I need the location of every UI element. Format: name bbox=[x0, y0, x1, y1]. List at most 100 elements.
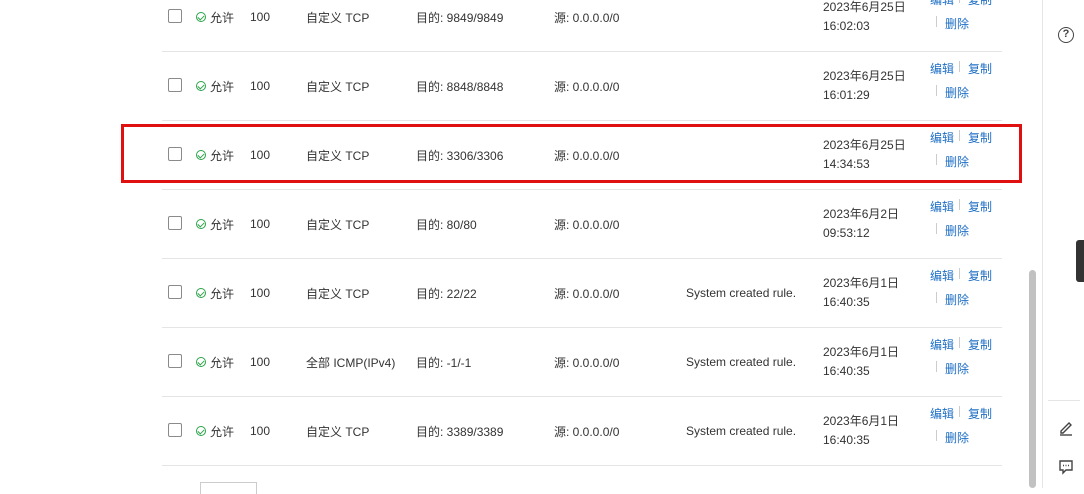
row-checkbox[interactable] bbox=[168, 78, 182, 92]
created-date: 2023年6月25日 bbox=[823, 138, 906, 152]
security-rules-table: 允许 100 自定义 TCP 目的: 9849/9849 源: 0.0.0.0/… bbox=[162, 0, 1002, 466]
created-clock: 16:40:35 bbox=[823, 364, 870, 378]
table-row: 允许 100 自定义 TCP 目的: 22/22 源: 0.0.0.0/0 Sy… bbox=[162, 259, 1002, 328]
check-circle-icon bbox=[196, 219, 206, 229]
delete-link[interactable]: 删除 bbox=[945, 84, 969, 101]
edit-link[interactable]: 编辑 bbox=[930, 267, 954, 284]
divider bbox=[959, 61, 960, 72]
chat-icon[interactable] bbox=[1057, 458, 1075, 476]
row-actions: 编辑 复制 删除 bbox=[930, 190, 1002, 258]
edit-link[interactable]: 编辑 bbox=[930, 0, 954, 8]
check-circle-icon bbox=[196, 150, 206, 160]
edit-link[interactable]: 编辑 bbox=[930, 336, 954, 353]
created-time-cell: 2023年6月1日 16:40:35 bbox=[823, 397, 899, 465]
protocol-cell: 自定义 TCP bbox=[306, 424, 370, 439]
row-actions: 编辑 复制 删除 bbox=[930, 259, 1002, 327]
dest-port-cell: 目的: 9849/9849 bbox=[416, 10, 504, 25]
copy-link[interactable]: 复制 bbox=[968, 0, 992, 8]
priority-cell: 100 bbox=[250, 217, 271, 231]
edit-link[interactable]: 编辑 bbox=[930, 129, 954, 146]
copy-link[interactable]: 复制 bbox=[968, 267, 992, 284]
created-date: 2023年6月25日 bbox=[823, 69, 906, 83]
created-date: 2023年6月1日 bbox=[823, 345, 900, 359]
copy-link[interactable]: 复制 bbox=[968, 336, 992, 353]
status-cell: 允许 bbox=[196, 121, 234, 189]
description-cell: System created rule. bbox=[686, 355, 797, 369]
delete-link[interactable]: 删除 bbox=[945, 360, 969, 377]
table-row: 允许 100 自定义 TCP 目的: 80/80 源: 0.0.0.0/0 20… bbox=[162, 190, 1002, 259]
copy-link[interactable]: 复制 bbox=[968, 129, 992, 146]
edit-link[interactable]: 编辑 bbox=[930, 405, 954, 422]
protocol-cell: 全部 ICMP(IPv4) bbox=[306, 355, 396, 370]
table-row: 允许 100 全部 ICMP(IPv4) 目的: -1/-1 源: 0.0.0.… bbox=[162, 328, 1002, 397]
delete-link[interactable]: 删除 bbox=[945, 153, 969, 170]
source-cell: 源: 0.0.0.0/0 bbox=[554, 286, 620, 301]
created-date: 2023年6月1日 bbox=[823, 414, 900, 428]
created-clock: 14:34:53 bbox=[823, 157, 870, 171]
status-cell: 允许 bbox=[196, 397, 234, 465]
divider bbox=[936, 85, 937, 96]
edit-link[interactable]: 编辑 bbox=[930, 60, 954, 77]
created-clock: 16:02:03 bbox=[823, 19, 870, 33]
copy-link[interactable]: 复制 bbox=[968, 60, 992, 77]
status-text: 允许 bbox=[210, 79, 235, 94]
edit-link[interactable]: 编辑 bbox=[930, 198, 954, 215]
status-text: 允许 bbox=[210, 355, 235, 370]
row-checkbox[interactable] bbox=[168, 216, 182, 230]
description-cell: System created rule. bbox=[686, 286, 797, 300]
row-checkbox[interactable] bbox=[168, 354, 182, 368]
priority-cell: 100 bbox=[250, 424, 271, 438]
delete-link[interactable]: 删除 bbox=[945, 15, 969, 32]
divider bbox=[936, 154, 937, 165]
check-circle-icon bbox=[196, 12, 206, 22]
protocol-cell: 自定义 TCP bbox=[306, 286, 370, 301]
delete-link[interactable]: 删除 bbox=[945, 222, 969, 239]
divider bbox=[959, 199, 960, 210]
status-cell: 允许 bbox=[196, 52, 234, 120]
delete-link[interactable]: 删除 bbox=[945, 429, 969, 446]
dest-port-cell: 目的: 80/80 bbox=[416, 217, 477, 232]
source-cell: 源: 0.0.0.0/0 bbox=[554, 148, 620, 163]
table-row: 允许 100 自定义 TCP 目的: 3306/3306 源: 0.0.0.0/… bbox=[162, 121, 1002, 190]
copy-link[interactable]: 复制 bbox=[968, 198, 992, 215]
row-actions: 编辑 复制 删除 bbox=[930, 328, 1002, 396]
created-date: 2023年6月1日 bbox=[823, 276, 900, 290]
scrollbar-thumb[interactable] bbox=[1029, 270, 1036, 488]
help-icon[interactable]: ? bbox=[1058, 27, 1074, 43]
table-row: 允许 100 自定义 TCP 目的: 8848/8848 源: 0.0.0.0/… bbox=[162, 52, 1002, 121]
row-checkbox[interactable] bbox=[168, 423, 182, 437]
row-actions: 编辑 复制 删除 bbox=[930, 121, 1002, 189]
copy-link[interactable]: 复制 bbox=[968, 405, 992, 422]
protocol-cell: 自定义 TCP bbox=[306, 217, 370, 232]
created-time-cell: 2023年6月1日 16:40:35 bbox=[823, 328, 899, 396]
created-date: 2023年6月2日 bbox=[823, 207, 900, 221]
divider bbox=[936, 361, 937, 372]
status-cell: 允许 bbox=[196, 328, 234, 396]
created-time-cell: 2023年6月2日 09:53:12 bbox=[823, 190, 899, 258]
divider bbox=[959, 337, 960, 348]
status-cell: 允许 bbox=[196, 190, 234, 258]
divider bbox=[959, 268, 960, 279]
divider bbox=[959, 0, 960, 3]
source-cell: 源: 0.0.0.0/0 bbox=[554, 79, 620, 94]
side-tab-handle[interactable] bbox=[1076, 240, 1084, 282]
status-cell: 允许 bbox=[196, 0, 234, 51]
row-checkbox[interactable] bbox=[168, 285, 182, 299]
check-circle-icon bbox=[196, 357, 206, 367]
protocol-cell: 自定义 TCP bbox=[306, 10, 370, 25]
divider bbox=[959, 406, 960, 417]
priority-cell: 100 bbox=[250, 79, 271, 93]
edit-feedback-icon[interactable] bbox=[1057, 418, 1075, 436]
delete-link[interactable]: 删除 bbox=[945, 291, 969, 308]
row-checkbox[interactable] bbox=[168, 9, 182, 23]
created-time-cell: 2023年6月1日 16:40:35 bbox=[823, 259, 899, 327]
table-row: 允许 100 自定义 TCP 目的: 9849/9849 源: 0.0.0.0/… bbox=[162, 0, 1002, 52]
source-cell: 源: 0.0.0.0/0 bbox=[554, 10, 620, 25]
divider bbox=[936, 292, 937, 303]
created-clock: 16:40:35 bbox=[823, 295, 870, 309]
row-checkbox[interactable] bbox=[168, 147, 182, 161]
pagination-stub[interactable] bbox=[200, 482, 257, 494]
check-circle-icon bbox=[196, 426, 206, 436]
priority-cell: 100 bbox=[250, 355, 271, 369]
created-clock: 16:01:29 bbox=[823, 88, 870, 102]
